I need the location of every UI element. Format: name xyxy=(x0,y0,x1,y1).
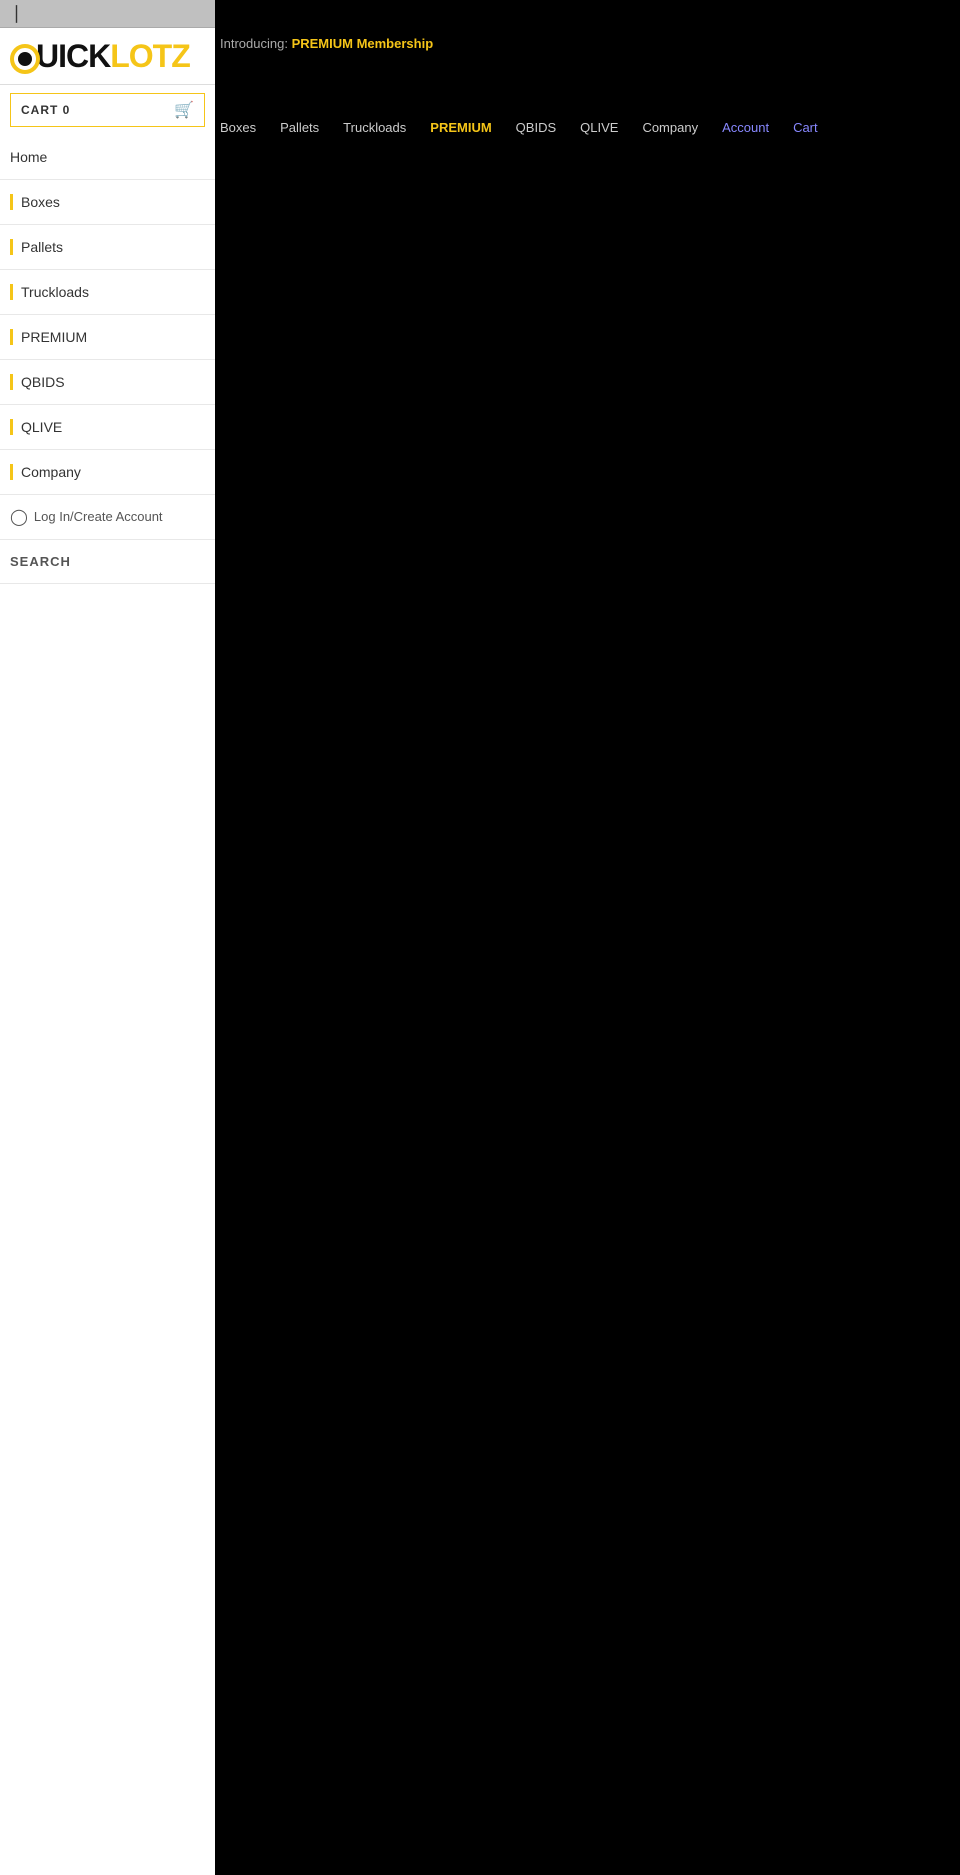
sidebar-item-label-qbids: QBIDS xyxy=(21,374,65,390)
logo-circle-icon xyxy=(10,44,40,74)
sidebar: ∣ UICKLOTZ CART 0 🛒 Home Boxes Pallets T… xyxy=(0,0,215,1875)
sidebar-item-indicator-qbids xyxy=(10,374,13,390)
sidebar-logo: UICKLOTZ xyxy=(0,28,215,85)
main-nav: Boxes Pallets Truckloads PREMIUM QBIDS Q… xyxy=(220,120,818,135)
logo-lotz: LOTZ xyxy=(110,38,190,74)
search-label: SEARCH xyxy=(10,554,71,569)
main-nav-company[interactable]: Company xyxy=(642,120,698,135)
main-nav-account[interactable]: Account xyxy=(722,120,769,135)
person-icon: ◯ xyxy=(10,507,28,527)
cart-button[interactable]: CART 0 🛒 xyxy=(10,93,205,127)
main-nav-qlive[interactable]: QLIVE xyxy=(580,120,618,135)
announcement-link[interactable]: PREMIUM Membership xyxy=(292,36,434,51)
sidebar-item-premium[interactable]: PREMIUM xyxy=(0,315,215,360)
sidebar-item-indicator-boxes xyxy=(10,194,13,210)
sidebar-item-indicator-qlive xyxy=(10,419,13,435)
main-nav-cart[interactable]: Cart xyxy=(793,120,818,135)
sidebar-item-truckloads[interactable]: Truckloads xyxy=(0,270,215,315)
sidebar-top-bar: ∣ xyxy=(0,0,215,28)
search-button[interactable]: SEARCH xyxy=(0,540,215,584)
sidebar-item-indicator-pallets xyxy=(10,239,13,255)
sidebar-item-qbids[interactable]: QBIDS xyxy=(0,360,215,405)
sidebar-item-indicator-truckloads xyxy=(10,284,13,300)
sidebar-item-indicator-company xyxy=(10,464,13,480)
announcement-prefix: Introducing: xyxy=(220,36,288,51)
cart-label: CART 0 xyxy=(21,103,70,117)
sidebar-item-company[interactable]: Company xyxy=(0,450,215,495)
sidebar-item-label-company: Company xyxy=(21,464,81,480)
sidebar-item-indicator-premium xyxy=(10,329,13,345)
login-create-account-button[interactable]: ◯ Log In/Create Account xyxy=(0,495,215,540)
main-nav-boxes[interactable]: Boxes xyxy=(220,120,256,135)
sidebar-item-label-premium: PREMIUM xyxy=(21,329,87,345)
sidebar-item-label-truckloads: Truckloads xyxy=(21,284,89,300)
main-nav-premium[interactable]: PREMIUM xyxy=(430,120,491,135)
hamburger-icon[interactable]: ∣ xyxy=(12,3,21,24)
main-nav-pallets[interactable]: Pallets xyxy=(280,120,319,135)
sidebar-item-pallets[interactable]: Pallets xyxy=(0,225,215,270)
sidebar-item-qlive[interactable]: QLIVE xyxy=(0,405,215,450)
sidebar-item-label-qlive: QLIVE xyxy=(21,419,62,435)
announcement-bar: Introducing: PREMIUM Membership xyxy=(220,36,433,51)
main-nav-qbids[interactable]: QBIDS xyxy=(516,120,556,135)
login-label: Log In/Create Account xyxy=(34,509,163,524)
sidebar-item-label-boxes: Boxes xyxy=(21,194,60,210)
sidebar-item-boxes[interactable]: Boxes xyxy=(0,180,215,225)
main-nav-truckloads[interactable]: Truckloads xyxy=(343,120,406,135)
sidebar-item-home[interactable]: Home xyxy=(0,135,215,180)
cart-icon: 🛒 xyxy=(174,100,194,120)
sidebar-item-label-home: Home xyxy=(10,149,47,165)
sidebar-item-label-pallets: Pallets xyxy=(21,239,63,255)
logo-quick: UICK xyxy=(36,38,110,74)
